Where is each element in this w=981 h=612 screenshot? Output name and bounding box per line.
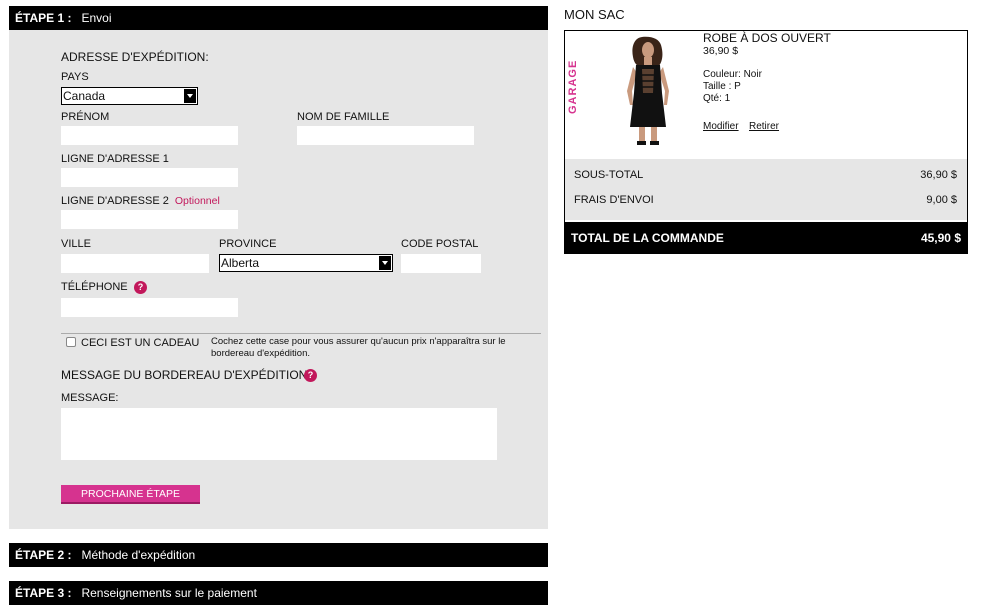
brand-logo: GARAGE — [567, 59, 579, 114]
gift-note: Cochez cette case pour vous assurer qu'a… — [211, 336, 506, 359]
last-name-field[interactable] — [297, 126, 474, 145]
country-label: PAYS — [61, 71, 89, 83]
phone-label: TÉLÉPHONE — [61, 281, 128, 293]
step3-header[interactable]: ÉTAPE 3 : Renseignements sur le paiement — [9, 581, 548, 605]
chevron-down-icon — [184, 89, 196, 103]
product-price: 36,90 $ — [703, 45, 739, 57]
divider — [61, 333, 541, 334]
province-select[interactable]: Alberta — [219, 254, 393, 272]
step2-header[interactable]: ÉTAPE 2 : Méthode d'expédition — [9, 543, 548, 567]
address2-label-text: LIGNE D'ADRESSE 2 — [61, 195, 169, 207]
step2-title: Méthode d'expédition — [81, 548, 196, 562]
order-total-label: TOTAL DE LA COMMANDE — [571, 231, 724, 245]
product-size: Taille : P — [703, 81, 741, 92]
city-label: VILLE — [61, 238, 91, 250]
message-label: MESSAGE: — [61, 392, 119, 404]
province-value: Alberta — [221, 256, 260, 270]
modify-link[interactable]: Modifier — [703, 121, 739, 132]
chevron-down-icon — [379, 256, 391, 270]
address2-label: LIGNE D'ADRESSE 2 Optionnel — [61, 195, 220, 207]
remove-link[interactable]: Retirer — [749, 121, 779, 132]
order-total-value: 45,90 $ — [920, 231, 961, 245]
step1-number: ÉTAPE 1 : — [15, 11, 72, 25]
shipping-fee-value: 9,00 $ — [926, 194, 957, 206]
order-total-bar: TOTAL DE LA COMMANDE 45,90 $ — [565, 222, 967, 253]
address1-field[interactable] — [61, 168, 238, 187]
step3-title: Renseignements sur le paiement — [81, 586, 257, 600]
step3-number: ÉTAPE 3 : — [15, 586, 72, 600]
first-name-field[interactable] — [61, 126, 238, 145]
first-name-label: PRÉNOM — [61, 111, 110, 123]
shipping-fee-label: FRAIS D'ENVOI — [574, 194, 654, 206]
subtotal-label: SOUS-TOTAL — [574, 169, 644, 181]
subtotal-value: 36,90 $ — [920, 169, 957, 181]
postal-code-field[interactable] — [401, 254, 481, 273]
message-textarea[interactable] — [61, 408, 497, 460]
product-qty: Qté: 1 — [703, 93, 731, 104]
step1-header[interactable]: ÉTAPE 1 : Envoi — [9, 6, 548, 30]
province-label: PROVINCE — [219, 238, 277, 250]
product-image[interactable] — [606, 33, 692, 147]
country-value: Canada — [63, 89, 106, 103]
next-step-button[interactable]: PROCHAINE ÉTAPE — [61, 485, 200, 504]
optional-tag: Optionnel — [174, 195, 220, 207]
shipping-address-heading: ADRESSE D'EXPÉDITION: — [61, 50, 209, 64]
bag-title: MON SAC — [564, 7, 625, 22]
packing-slip-heading: MESSAGE DU BORDEREAU D'EXPÉDITION — [61, 368, 308, 382]
address1-label: LIGNE D'ADRESSE 1 — [61, 153, 169, 165]
product-name: ROBE À DOS OUVERT — [703, 31, 831, 45]
city-field[interactable] — [61, 254, 209, 273]
phone-field[interactable] — [61, 298, 238, 317]
address2-field[interactable] — [61, 210, 238, 229]
step1-title: Envoi — [81, 11, 112, 25]
gift-checkbox[interactable] — [66, 337, 76, 347]
country-select[interactable]: Canada — [61, 87, 198, 105]
packing-slip-help-icon[interactable]: ? — [304, 369, 317, 382]
step2-number: ÉTAPE 2 : — [15, 548, 72, 562]
phone-help-icon[interactable]: ? — [134, 281, 147, 294]
postal-code-label: CODE POSTAL — [401, 238, 479, 250]
last-name-label: NOM DE FAMILLE — [297, 111, 390, 123]
product-color: Couleur: Noir — [703, 69, 762, 80]
gift-label: CECI EST UN CADEAU — [81, 337, 200, 349]
